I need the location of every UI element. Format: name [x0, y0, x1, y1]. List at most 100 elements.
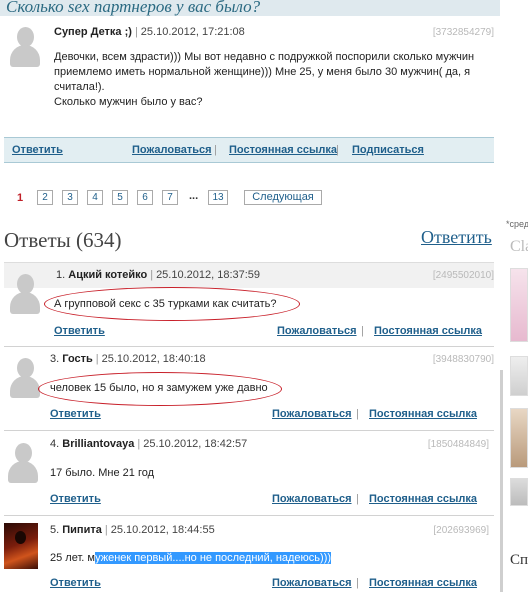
- page-current: 1: [17, 192, 24, 204]
- avatar-photo[interactable]: [4, 523, 38, 569]
- sidebar-thumbnail[interactable]: [510, 356, 528, 396]
- page-link-last[interactable]: 13: [208, 190, 228, 205]
- report-link[interactable]: Пожаловаться: [272, 408, 352, 420]
- avatar-silhouette-shape: [15, 531, 26, 544]
- answer-text: А групповой секс с 35 турками как считат…: [54, 298, 277, 310]
- answer-meta: 3. Гость | 25.10.2012, 18:40:18: [50, 353, 206, 365]
- answer-author[interactable]: Гость: [62, 353, 93, 365]
- report-link[interactable]: Пожаловаться: [272, 493, 352, 505]
- answer-number: 1.: [56, 269, 66, 281]
- page-link[interactable]: 6: [137, 190, 153, 205]
- avatar[interactable]: [10, 274, 40, 314]
- main-post-date: 25.10.2012, 17:21:08: [140, 26, 245, 38]
- permalink-link[interactable]: Постоянная ссылка: [369, 408, 477, 420]
- permalink-link[interactable]: Постоянная ссылка: [369, 577, 477, 589]
- avatar-head-shape: [17, 27, 34, 47]
- main-post-actions-bar: Ответить Пожаловаться | Постоянная ссылк…: [4, 137, 494, 163]
- sidebar-label: Сп: [510, 552, 528, 568]
- reply-link[interactable]: Ответить: [50, 493, 101, 505]
- answer-date: 25.10.2012, 18:42:57: [143, 438, 248, 450]
- main-post-line: Сколько мужчин было у вас?: [54, 96, 203, 108]
- answer-date: 25.10.2012, 18:37:59: [156, 269, 261, 281]
- page-link[interactable]: 7: [162, 190, 178, 205]
- answer-id: [3948830790]: [432, 354, 494, 365]
- sidebar-thumbnail[interactable]: [510, 408, 528, 468]
- avatar-head-shape: [15, 443, 32, 463]
- answer-date: 25.10.2012, 18:40:18: [101, 353, 206, 365]
- answer-author[interactable]: Brilliantovaya: [62, 438, 134, 450]
- page-ellipsis: ...: [189, 190, 199, 202]
- avatar[interactable]: [10, 358, 40, 398]
- answer-text-plain: 25 лет. м: [50, 552, 96, 564]
- separator: |: [356, 493, 359, 505]
- avatar-body-shape: [10, 45, 40, 67]
- main-post-author[interactable]: Супер Детка ;): [54, 26, 132, 38]
- answer-id: [1850484849]: [427, 439, 489, 450]
- answer-id: [202693969]: [433, 525, 489, 536]
- answer-number: 4.: [50, 438, 60, 450]
- sidebar-thumbnail[interactable]: [510, 268, 528, 342]
- main-post-id: [3732854279]: [432, 27, 494, 38]
- reply-link[interactable]: Ответить: [50, 408, 101, 420]
- separator: |: [361, 325, 364, 337]
- answer-reply-link[interactable]: Ответить: [421, 227, 492, 248]
- report-link[interactable]: Пожаловаться: [277, 325, 357, 337]
- sidebar-thumbnail[interactable]: [510, 478, 528, 506]
- answers-title: Ответы (634): [4, 228, 122, 252]
- answer-text: 17 было. Мне 21 год: [50, 467, 155, 479]
- sidebar-label: Cla: [510, 238, 528, 255]
- separator: |: [356, 577, 359, 589]
- main-post-meta: Супер Детка ;) | 25.10.2012, 17:21:08: [54, 26, 245, 38]
- answer-author[interactable]: Ацкий котейко: [68, 269, 147, 281]
- sidebar-strip: *сред Cla Сп: [500, 0, 528, 592]
- answer-number: 3.: [50, 353, 60, 365]
- separator: |: [214, 144, 217, 156]
- avatar-body-shape: [10, 292, 40, 314]
- next-page-button[interactable]: Следующая: [244, 190, 322, 205]
- page-link[interactable]: 4: [87, 190, 103, 205]
- reply-link[interactable]: Ответить: [50, 577, 101, 589]
- answer-number: 5.: [50, 524, 60, 536]
- answer-meta: 1. Ацкий котейко | 25.10.2012, 18:37:59: [56, 269, 260, 281]
- page-link[interactable]: 2: [37, 190, 53, 205]
- permalink-link[interactable]: Постоянная ссылка: [369, 493, 477, 505]
- answer-meta: 5. Пипита | 25.10.2012, 18:44:55: [50, 524, 215, 536]
- answer-text: человек 15 было, но я замужем уже давно: [50, 382, 268, 394]
- page-link[interactable]: 5: [112, 190, 128, 205]
- answer-text: 25 лет. муженек первый....но не последни…: [50, 551, 332, 566]
- separator: |: [95, 353, 99, 365]
- separator: |: [356, 408, 359, 420]
- topic-title: Сколько sex партнеров у вас было?: [0, 0, 500, 16]
- report-link[interactable]: Пожаловаться: [132, 144, 212, 156]
- divider: [4, 346, 494, 347]
- reply-link[interactable]: Ответить: [12, 144, 63, 156]
- avatar-head-shape: [17, 358, 34, 378]
- selected-text: уженек первый....но не последний, надеюс…: [95, 552, 332, 564]
- permalink-link[interactable]: Постоянная ссылка: [229, 144, 337, 156]
- main-post-line: Девочки, всем здрасти))) Мы вот недавно …: [54, 51, 475, 63]
- avatar-head-shape: [17, 274, 34, 294]
- separator: |: [137, 438, 141, 450]
- report-link[interactable]: Пожаловаться: [272, 577, 352, 589]
- avatar-body-shape: [10, 376, 40, 398]
- avatar[interactable]: [10, 27, 40, 67]
- main-post-line: приемлемо иметь нормальной женщине))) Мн…: [54, 66, 471, 78]
- main-post-line: считала!).: [54, 81, 105, 93]
- page-link[interactable]: 3: [62, 190, 78, 205]
- separator: |: [336, 144, 339, 156]
- reply-link[interactable]: Ответить: [54, 325, 105, 337]
- avatar[interactable]: [8, 443, 38, 483]
- answer-meta: 4. Brilliantovaya | 25.10.2012, 18:42:57: [50, 438, 247, 450]
- scrollbar[interactable]: [500, 370, 503, 592]
- answer-author[interactable]: Пипита: [62, 524, 102, 536]
- separator: |: [104, 524, 108, 536]
- subscribe-link[interactable]: Подписаться: [352, 144, 424, 156]
- separator: |: [134, 26, 138, 38]
- divider: [4, 515, 494, 516]
- sidebar-note: *сред: [506, 219, 528, 229]
- permalink-link[interactable]: Постоянная ссылка: [374, 325, 482, 337]
- avatar-body-shape: [8, 461, 38, 483]
- main-post-text: Девочки, всем здрасти))) Мы вот недавно …: [54, 50, 494, 110]
- answer-date: 25.10.2012, 18:44:55: [110, 524, 215, 536]
- separator: |: [150, 269, 154, 281]
